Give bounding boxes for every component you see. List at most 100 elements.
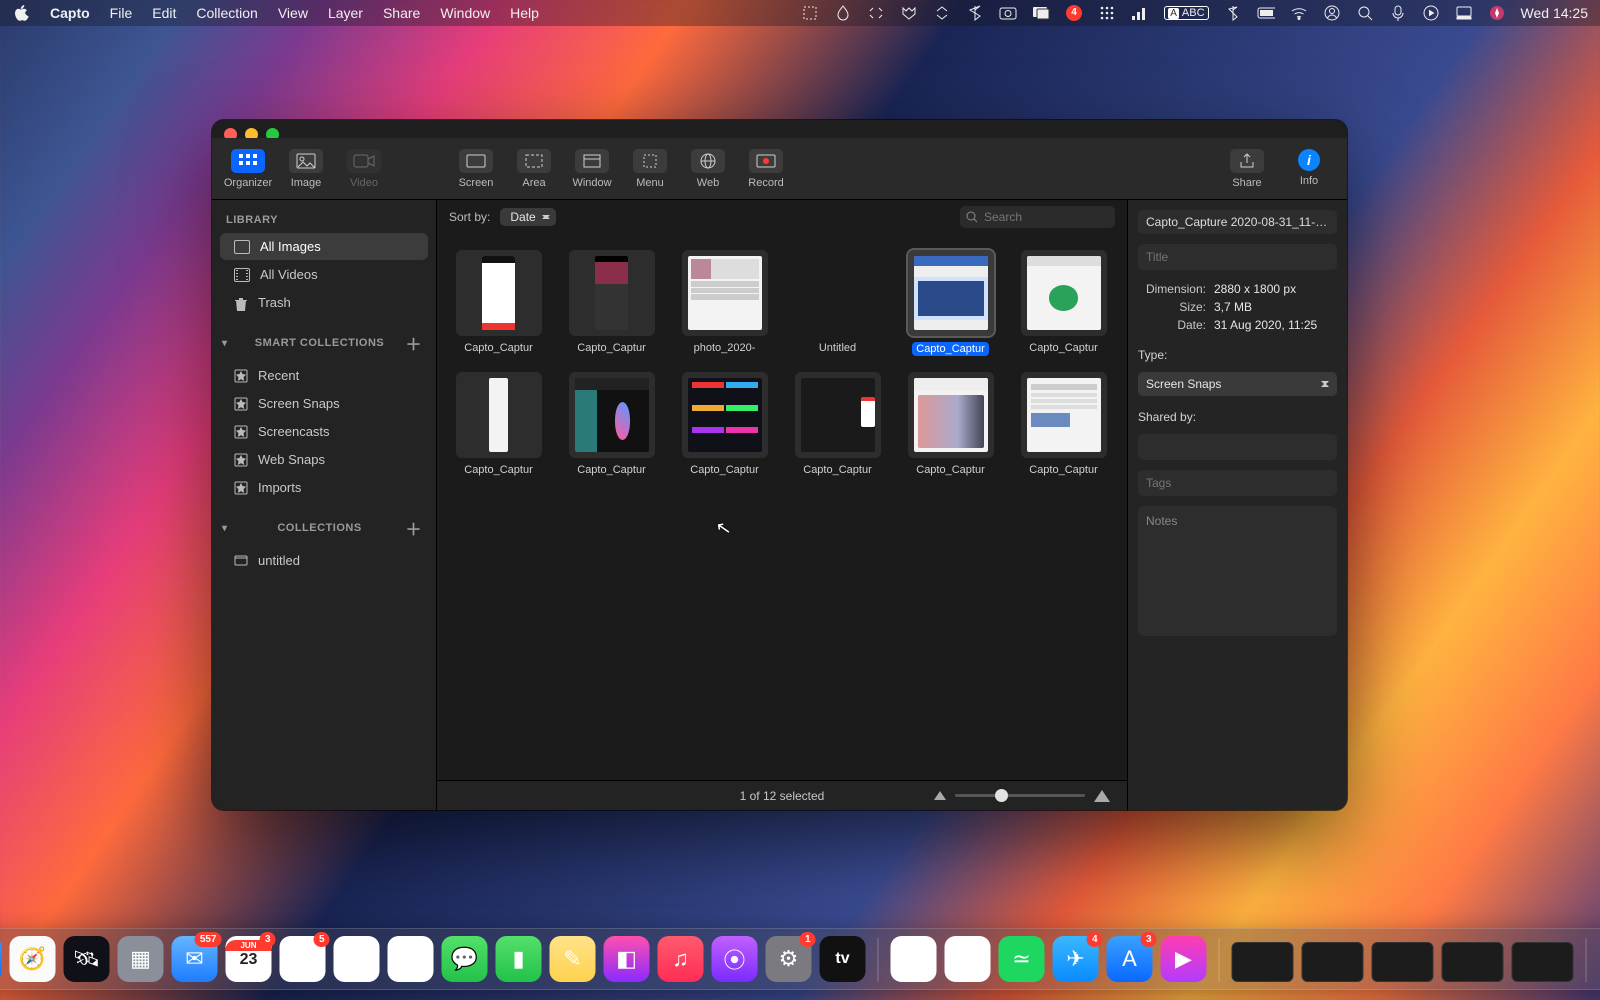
dock-app-maps[interactable]: 🗺 xyxy=(334,936,380,982)
menu-view[interactable]: View xyxy=(278,5,308,21)
dock-minimized-window[interactable] xyxy=(1302,942,1364,982)
dock-app-messages[interactable]: 💬 xyxy=(442,936,488,982)
grid-item[interactable]: Capto_Captur xyxy=(677,372,772,476)
menubar-app-name[interactable]: Capto xyxy=(50,5,90,21)
dock-app-reminders[interactable]: ≣5 xyxy=(280,936,326,982)
sidebar-item-untitled[interactable]: untitled xyxy=(220,547,428,574)
dock-app-music[interactable]: ♫ xyxy=(658,936,704,982)
grid-item[interactable]: Capto_Captur xyxy=(903,372,998,476)
dock-app-settings[interactable]: ⚙︎1 xyxy=(766,936,812,982)
grid-item[interactable]: photo_2020- xyxy=(677,250,772,356)
grid-item[interactable]: Capto_Captur xyxy=(564,250,659,356)
menuextra-arrows-icon[interactable] xyxy=(933,4,951,22)
grid-item[interactable]: Untitled xyxy=(790,250,885,356)
apple-menu[interactable] xyxy=(12,4,30,22)
inspector-shared-input[interactable] xyxy=(1138,434,1337,460)
sidebar-item-all-images[interactable]: All Images xyxy=(220,233,428,260)
inspector-title-input[interactable] xyxy=(1138,244,1337,270)
toolbar-area[interactable]: Area xyxy=(508,145,560,193)
menuextra-camera-icon[interactable] xyxy=(999,4,1017,22)
menu-collection[interactable]: Collection xyxy=(196,5,257,21)
inspector-tags-input[interactable] xyxy=(1138,470,1337,496)
menuextra-battery-icon[interactable] xyxy=(1257,4,1275,22)
dock-app-launchpad[interactable]: ▦ xyxy=(118,936,164,982)
menuextra-grid-icon[interactable] xyxy=(1098,4,1116,22)
grid-item[interactable]: Capto_Captur xyxy=(903,250,998,356)
grid-item[interactable]: Capto_Captur xyxy=(451,250,546,356)
dock-app-appletv[interactable]: tv xyxy=(820,936,866,982)
sidebar-item-trash[interactable]: Trash xyxy=(220,289,428,316)
dock-app-mail[interactable]: ✉︎557 xyxy=(172,936,218,982)
menuextra-notification-icon[interactable]: 4 xyxy=(1065,4,1083,22)
add-collection-button[interactable]: ＋ xyxy=(405,516,422,540)
toolbar-info[interactable]: iInfo xyxy=(1281,145,1337,193)
toolbar-web[interactable]: Web xyxy=(682,145,734,193)
sidebar-item-recent[interactable]: Recent xyxy=(220,362,428,389)
menuextra-displays-icon[interactable] xyxy=(1032,4,1050,22)
inspector-type-select[interactable]: Screen Snaps xyxy=(1138,372,1337,396)
grid-item[interactable]: Capto_Captur xyxy=(564,372,659,476)
zoom-knob[interactable] xyxy=(995,789,1008,802)
dock-app-finder[interactable]: 🙂 xyxy=(0,936,2,982)
search-input[interactable] xyxy=(984,210,1109,224)
sidebar-section-collections[interactable]: ▾COLLECTIONS＋ xyxy=(212,502,436,546)
menuextra-droplet-icon[interactable] xyxy=(834,4,852,22)
dock-app-pixelmator[interactable]: ◧ xyxy=(604,936,650,982)
dock-app-telegram[interactable]: ✈︎4 xyxy=(1053,936,1099,982)
toolbar-organizer[interactable]: Organizer xyxy=(222,145,274,193)
search-field[interactable] xyxy=(960,206,1115,228)
menu-layer[interactable]: Layer xyxy=(328,5,363,21)
menuextra-dock-icon[interactable] xyxy=(1455,4,1473,22)
dock-app-facetime[interactable]: ▮ xyxy=(496,936,542,982)
dock-minimized-window[interactable] xyxy=(1232,942,1294,982)
sidebar-item-web-snaps[interactable]: Web Snaps xyxy=(220,446,428,473)
menuextra-bt2-icon[interactable] xyxy=(1224,4,1242,22)
inspector-notes[interactable]: Notes xyxy=(1138,506,1337,636)
menuextra-compass-icon[interactable] xyxy=(1488,4,1506,22)
sidebar-item-all-videos[interactable]: All Videos xyxy=(220,261,428,288)
menuextra-bluetooth-icon[interactable] xyxy=(966,4,984,22)
menuextra-mic-icon[interactable] xyxy=(1389,4,1407,22)
menu-share[interactable]: Share xyxy=(383,5,420,21)
menuextra-user-icon[interactable] xyxy=(1323,4,1341,22)
menuextra-wifi-icon[interactable] xyxy=(1290,4,1308,22)
add-smart-collection-button[interactable]: ＋ xyxy=(405,331,422,355)
menuextra-bars-icon[interactable] xyxy=(1131,4,1149,22)
dock-app-podcasts[interactable]: ⦿ xyxy=(712,936,758,982)
dock-app-elmedia[interactable]: ▶︎ xyxy=(1161,936,1207,982)
sort-dropdown[interactable]: Date xyxy=(500,208,555,226)
sidebar-item-screen-snaps[interactable]: Screen Snaps xyxy=(220,390,428,417)
menu-window[interactable]: Window xyxy=(440,5,490,21)
toolbar-share[interactable]: Share xyxy=(1219,145,1275,193)
menu-help[interactable]: Help xyxy=(510,5,539,21)
sidebar-item-screencasts[interactable]: Screencasts xyxy=(220,418,428,445)
menuextra-play-icon[interactable] xyxy=(1422,4,1440,22)
menuextra-expand-icon[interactable] xyxy=(867,4,885,22)
toolbar-record[interactable]: Record xyxy=(740,145,792,193)
dock-app-safari[interactable]: 🧭 xyxy=(10,936,56,982)
dock-app-spotify[interactable]: ≃ xyxy=(999,936,1045,982)
dock-app-chrome[interactable]: ◉ xyxy=(945,936,991,982)
grid-item[interactable]: Capto_Captur xyxy=(451,372,546,476)
menu-edit[interactable]: Edit xyxy=(152,5,176,21)
dock-app-notes[interactable]: ✎ xyxy=(550,936,596,982)
sidebar-section-smart[interactable]: ▾SMART COLLECTIONS＋ xyxy=(212,317,436,361)
toolbar-menu[interactable]: Menu xyxy=(624,145,676,193)
zoom-slider[interactable] xyxy=(933,789,1111,803)
grid-item[interactable]: Capto_Captur xyxy=(1016,372,1111,476)
dock-app-photos[interactable]: ✿ xyxy=(388,936,434,982)
grid-item[interactable]: Capto_Captur xyxy=(790,372,885,476)
menuextra-selection-icon[interactable] xyxy=(801,4,819,22)
dock-app-calendar[interactable]: JUN233 xyxy=(226,936,272,982)
menuextra-input-source[interactable]: ABC xyxy=(1164,6,1208,20)
dock-app-appstore[interactable]: A3 xyxy=(1107,936,1153,982)
sidebar-item-imports[interactable]: Imports xyxy=(220,474,428,501)
dock-app-siri[interactable]: 🛰 xyxy=(64,936,110,982)
dock-app-slack[interactable]: ✱ xyxy=(891,936,937,982)
menuextra-fox-icon[interactable] xyxy=(900,4,918,22)
dock-minimized-window[interactable] xyxy=(1442,942,1504,982)
menu-file[interactable]: File xyxy=(110,5,133,21)
dock-minimized-window[interactable] xyxy=(1512,942,1574,982)
toolbar-window[interactable]: Window xyxy=(566,145,618,193)
toolbar-image[interactable]: Image xyxy=(280,145,332,193)
